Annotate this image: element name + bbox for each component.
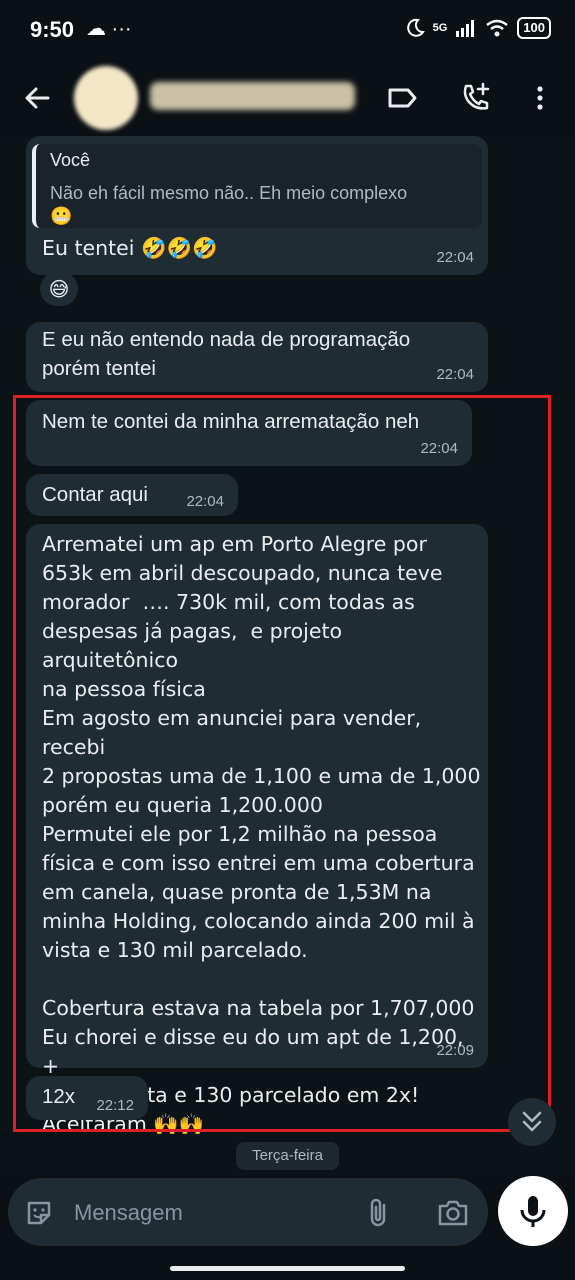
message-input[interactable]: Mensagem [8, 1178, 488, 1246]
camera-icon[interactable] [436, 1197, 470, 1229]
message-bubble[interactable]: Arrematei um ap em Porto Alegre por 653k… [26, 524, 488, 1136]
quoted-message[interactable]: Você Não eh fácil mesmo não.. Eh meio co… [32, 144, 482, 228]
message-time: 22:04 [436, 249, 474, 266]
chat-header [0, 60, 575, 136]
moon-icon [406, 18, 425, 37]
double-chevron-down-icon [522, 1111, 542, 1132]
network-type: 5G [432, 22, 448, 34]
message-text: Arrematei um ap em Porto Alegre por 653k… [42, 532, 481, 1136]
mic-button[interactable] [498, 1176, 568, 1246]
message-bubble[interactable]: E eu não entendo nada de programação por… [26, 322, 488, 392]
message-text: Nem te contei da minha arrematação neh [42, 410, 420, 433]
status-bar: 9:50 ☁ ··· 5G 100 [0, 0, 575, 60]
status-right-icons: 5G 100 [405, 17, 551, 39]
more-vert-icon[interactable] [522, 80, 558, 116]
attach-icon[interactable] [364, 1197, 394, 1229]
message-text: Contar aqui [42, 483, 148, 506]
quote-author: Você [50, 150, 91, 170]
message-placeholder: Mensagem [74, 1200, 183, 1225]
message-text: E eu não entendo nada de programação por… [42, 328, 411, 380]
contact-avatar[interactable] [74, 66, 138, 130]
sticker-icon[interactable] [24, 1198, 54, 1228]
message-time: 22:09 [436, 1042, 474, 1059]
wifi-icon [486, 19, 509, 37]
battery-indicator: 100 [517, 17, 551, 39]
chat-area[interactable]: Você Não eh fácil mesmo não.. Eh meio co… [0, 136, 575, 1176]
message-bubble[interactable]: Você Não eh fácil mesmo não.. Eh meio co… [26, 136, 488, 275]
label-icon[interactable] [384, 80, 420, 116]
message-time: 22:04 [186, 493, 224, 510]
quote-emoji: 😬 [50, 206, 73, 227]
status-time: 9:50 [30, 17, 75, 42]
message-text: 12x [42, 1085, 76, 1108]
date-divider: Terça-feira [236, 1142, 339, 1170]
add-call-icon[interactable] [458, 80, 494, 116]
message-bubble[interactable]: 12x 22:12 [26, 1076, 148, 1120]
back-arrow-icon[interactable] [20, 80, 56, 116]
mic-icon [520, 1196, 546, 1227]
reaction-badge[interactable]: 😅 [40, 272, 78, 306]
message-time: 22:04 [436, 366, 474, 383]
message-time: 22:04 [420, 440, 458, 457]
message-time: 22:12 [96, 1097, 134, 1114]
message-bubble[interactable]: Contar aqui 22:04 [26, 474, 238, 516]
composer-bar: Mensagem [0, 1176, 575, 1280]
contact-name-redacted[interactable] [150, 82, 355, 110]
cloud-icon: ☁ ··· [86, 18, 132, 40]
quote-text: Não eh fácil mesmo não.. Eh meio complex… [50, 183, 408, 203]
message-bubble[interactable]: Nem te contei da minha arrematação neh 2… [26, 400, 472, 466]
message-text: Eu tentei 🤣🤣🤣 [42, 236, 218, 260]
scroll-down-button[interactable] [508, 1098, 556, 1146]
signal-icon [456, 20, 475, 37]
gesture-nav-handle [170, 1266, 405, 1271]
